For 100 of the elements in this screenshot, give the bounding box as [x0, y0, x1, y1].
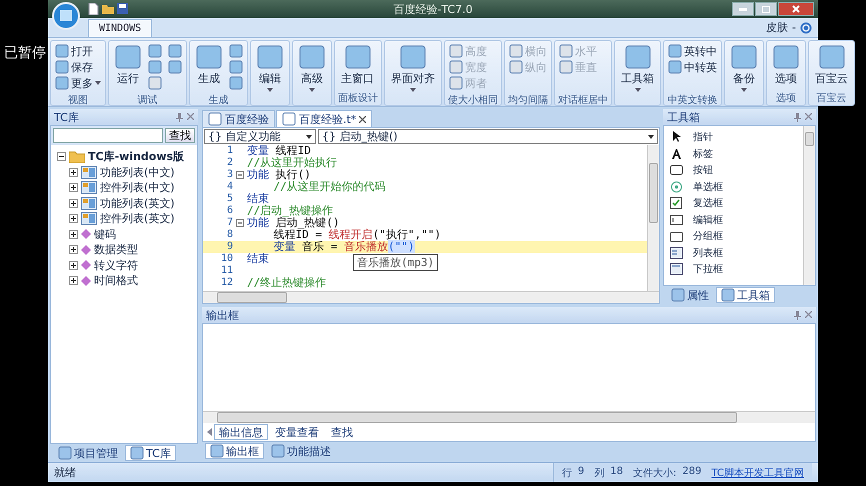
ribbon-button[interactable]: 中转英: [667, 59, 718, 75]
tree-item[interactable]: TC库-windows版: [88, 149, 184, 164]
expand-icon[interactable]: [69, 168, 78, 177]
search-button[interactable]: 查找: [165, 128, 195, 143]
pin-icon[interactable]: [176, 112, 183, 122]
fold-icon[interactable]: [236, 171, 244, 179]
ribbon-button[interactable]: 编辑: [254, 43, 286, 94]
toolbox-item[interactable]: 编辑框: [693, 212, 723, 227]
tree-item[interactable]: 键码: [94, 226, 116, 242]
ribbon-tab[interactable]: WINDOWS: [88, 19, 152, 37]
toolbox-item[interactable]: 下拉框: [693, 262, 723, 276]
ribbon-icon-button[interactable]: [167, 59, 183, 75]
expand-icon[interactable]: [69, 276, 78, 286]
tree-item[interactable]: 数据类型: [94, 242, 138, 258]
output-tab[interactable]: 输出信息: [214, 424, 268, 440]
ribbon-button[interactable]: 保存: [54, 59, 102, 75]
output-tab[interactable]: 变量查看: [270, 424, 324, 440]
ribbon-button[interactable]: 选项: [770, 43, 802, 88]
panel-tab[interactable]: TC库: [125, 445, 176, 462]
window-title: 百度经验-TC7.0: [393, 3, 473, 16]
group-label: 对话框居中: [558, 94, 608, 107]
toolbox-item[interactable]: 复选框: [693, 196, 723, 210]
toolbox-item[interactable]: 列表框: [693, 246, 723, 260]
code-line: //从这里开始你的代码: [272, 181, 386, 193]
save-icon[interactable]: [117, 3, 128, 14]
new-file-icon[interactable]: [88, 3, 99, 15]
pin-icon[interactable]: [794, 310, 801, 320]
tree-item[interactable]: 时间格式: [94, 273, 138, 288]
code-line: //从这里开始执行: [247, 157, 338, 169]
panel-tab[interactable]: 功能描述: [266, 443, 336, 459]
minimize-button[interactable]: [732, 2, 754, 16]
toolbox-item[interactable]: 单选框: [693, 180, 723, 194]
list-icon: [670, 246, 683, 260]
panel-tab[interactable]: 输出框: [205, 443, 264, 459]
ribbon-button[interactable]: 备份: [728, 43, 760, 94]
member-dropdown[interactable]: {} 启动_热键(): [318, 129, 658, 144]
ribbon-icon-button[interactable]: [147, 43, 163, 59]
ribbon-button[interactable]: 工具箱: [618, 43, 657, 94]
expand-icon[interactable]: [69, 245, 78, 254]
button-icon: [670, 163, 683, 178]
tile-icon: [299, 45, 325, 69]
fold-icon[interactable]: [236, 219, 244, 227]
tile-icon: [668, 60, 682, 74]
ribbon-icon-button[interactable]: [228, 43, 244, 59]
panel-title: 工具箱: [667, 110, 700, 124]
ribbon-button[interactable]: 运行: [112, 43, 144, 88]
search-field[interactable]: [53, 128, 163, 143]
ribbon-icon-button[interactable]: [147, 59, 163, 75]
pin-icon[interactable]: [794, 112, 801, 122]
editor-tab[interactable]: 百度经验: [202, 110, 275, 127]
toolbox-item[interactable]: 标签: [693, 146, 713, 161]
output-tab[interactable]: 查找: [326, 424, 358, 440]
website-link[interactable]: TC脚本开发工具官网: [711, 466, 804, 480]
panel-tab[interactable]: 工具箱: [716, 287, 775, 303]
tree-item[interactable]: 功能列表(中文): [100, 164, 175, 180]
ribbon-button[interactable]: 英转中: [667, 43, 718, 59]
ribbon-icon-button[interactable]: [167, 43, 183, 59]
close-icon[interactable]: [359, 116, 366, 122]
tree-item[interactable]: 控件列表(中文): [100, 180, 175, 196]
expand-icon[interactable]: [69, 230, 78, 239]
ribbon-icon-button[interactable]: [228, 75, 244, 91]
expand-icon[interactable]: [69, 260, 78, 270]
close-button[interactable]: [778, 2, 814, 16]
close-icon: [792, 5, 800, 13]
expand-icon[interactable]: [69, 183, 78, 192]
skin-menu[interactable]: 皮肤: [766, 20, 788, 35]
line-number: 1: [226, 145, 233, 157]
ribbon-button[interactable]: 更多: [54, 75, 102, 91]
tile-icon: [624, 45, 650, 69]
expand-icon[interactable]: [69, 198, 78, 208]
ribbon-icon-button[interactable]: [228, 59, 244, 75]
ribbon-button[interactable]: 界面对齐: [388, 43, 438, 94]
tree-item[interactable]: 转义字符: [94, 258, 138, 273]
panel-tab[interactable]: 项目管理: [53, 445, 123, 462]
grid-icon: [81, 196, 97, 210]
ribbon-button[interactable]: 主窗口: [338, 43, 377, 88]
expand-icon[interactable]: [69, 214, 78, 224]
caret-icon: [648, 134, 654, 138]
ribbon-button[interactable]: 生成: [193, 43, 225, 88]
skin-menu-caret[interactable]: -: [792, 21, 796, 34]
panel-tab[interactable]: 属性: [666, 287, 714, 303]
ribbon-button[interactable]: 百宝云: [812, 43, 851, 88]
maximize-button[interactable]: [755, 2, 777, 16]
help-icon[interactable]: [800, 22, 812, 34]
toolbox-item[interactable]: 按钮: [693, 163, 713, 178]
scroll-left-icon[interactable]: [207, 428, 212, 436]
editor-tab[interactable]: 百度经验.t*: [276, 110, 372, 127]
ribbon-button[interactable]: 打开: [54, 43, 102, 59]
toolbox-item[interactable]: 指针: [693, 130, 713, 144]
ribbon-button[interactable]: 高级: [296, 43, 328, 94]
collapse-icon[interactable]: [57, 152, 66, 162]
list-icon: [670, 262, 683, 276]
tile-icon: [229, 60, 243, 74]
tree-item[interactable]: 功能列表(英文): [100, 196, 175, 211]
toolbox-item[interactable]: 分组框: [693, 229, 723, 244]
caret-icon: [95, 81, 101, 85]
tree-item[interactable]: 控件列表(英文): [100, 211, 175, 226]
folder-icon[interactable]: [102, 3, 114, 14]
line-number: 7: [226, 217, 233, 229]
scope-dropdown[interactable]: {} 自定义功能: [204, 129, 316, 144]
